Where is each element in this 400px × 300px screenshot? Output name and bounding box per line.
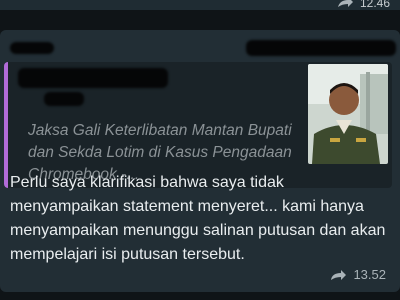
redaction-mark bbox=[246, 40, 396, 56]
message-text: Perlu saya klarifikasi bahwa saya tidak … bbox=[10, 174, 386, 263]
message-time: 13.52 bbox=[353, 267, 386, 282]
person-photo-icon bbox=[308, 64, 388, 164]
chat-screen: 12.46 Jaksa Gali Keterlibatan Mantan Bup… bbox=[0, 0, 400, 300]
redaction-mark bbox=[10, 42, 54, 54]
link-preview-thumbnail[interactable] bbox=[308, 64, 388, 164]
redaction-mark bbox=[44, 92, 84, 106]
message-meta: 13.52 bbox=[329, 267, 386, 282]
previous-message-time: 12.46 bbox=[359, 0, 390, 10]
forward-arrow-icon[interactable] bbox=[336, 0, 354, 10]
link-preview[interactable]: Jaksa Gali Keterlibatan Mantan Bupati da… bbox=[4, 62, 392, 188]
sender-name-redacted bbox=[6, 36, 396, 60]
redaction-mark bbox=[18, 68, 168, 88]
previous-message-meta: 12.46 bbox=[336, 0, 390, 10]
forward-arrow-icon[interactable] bbox=[329, 268, 347, 282]
link-preview-accent-bar bbox=[4, 62, 8, 188]
message-bubble[interactable]: Jaksa Gali Keterlibatan Mantan Bupati da… bbox=[0, 30, 400, 292]
